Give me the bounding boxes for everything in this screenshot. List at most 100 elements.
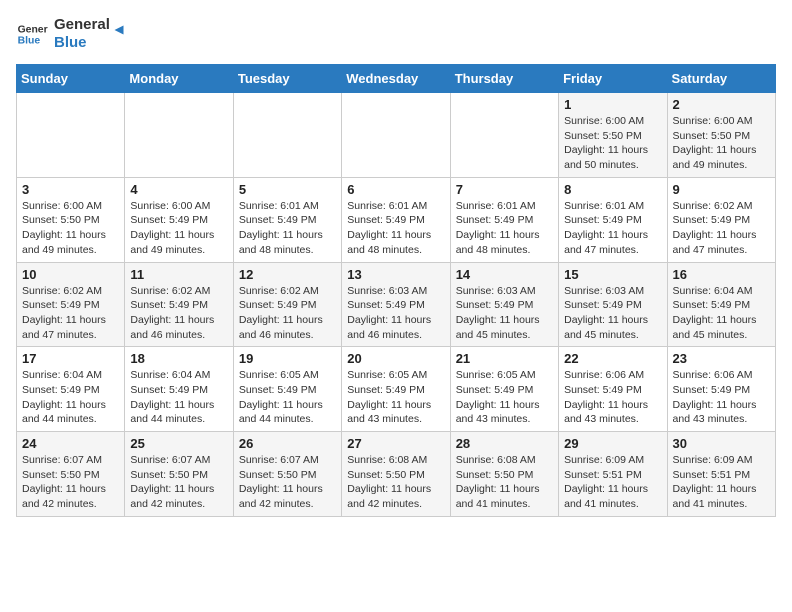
calendar-cell: 9Sunrise: 6:02 AM Sunset: 5:49 PM Daylig…	[667, 177, 775, 262]
day-number: 24	[22, 436, 119, 451]
day-info: Sunrise: 6:04 AM Sunset: 5:49 PM Dayligh…	[673, 284, 770, 343]
day-number: 21	[456, 351, 553, 366]
calendar-cell	[125, 93, 233, 178]
calendar-cell: 23Sunrise: 6:06 AM Sunset: 5:49 PM Dayli…	[667, 347, 775, 432]
day-number: 7	[456, 182, 553, 197]
calendar-cell: 8Sunrise: 6:01 AM Sunset: 5:49 PM Daylig…	[559, 177, 667, 262]
svg-text:General: General	[18, 24, 48, 35]
day-info: Sunrise: 6:05 AM Sunset: 5:49 PM Dayligh…	[239, 368, 336, 427]
weekday-header-tuesday: Tuesday	[233, 65, 341, 93]
day-number: 23	[673, 351, 770, 366]
calendar-cell: 28 Sunrise: 6:08 AM Sunset: 5:50 PM Dayli…	[450, 432, 558, 517]
calendar-cell	[342, 93, 450, 178]
day-info: Sunrise: 6:00 AM Sunset: 5:49 PM Dayligh…	[130, 199, 227, 258]
day-number: 6	[347, 182, 444, 197]
page-header: General Blue General Blue	[16, 16, 776, 52]
day-number: 26	[239, 436, 336, 451]
day-number: 28	[456, 436, 553, 451]
weekday-header-friday: Friday	[559, 65, 667, 93]
calendar-week-row: 17 Sunrise: 6:04 AM Sunset: 5:49 PM Dayli…	[17, 347, 776, 432]
day-info: Sunrise: 6:05 AM Sunset: 5:49 PM Dayligh…	[347, 368, 444, 427]
day-number: 22	[564, 351, 661, 366]
day-number: 2	[673, 97, 770, 112]
day-number: 18	[130, 351, 227, 366]
day-info: Sunrise: 6:03 AM Sunset: 5:49 PM Dayligh…	[564, 284, 661, 343]
calendar-cell: 12 Sunrise: 6:02 AM Sunset: 5:49 PM Dayli…	[233, 262, 341, 347]
day-number: 1	[564, 97, 661, 112]
calendar-cell: 11 Sunrise: 6:02 AM Sunset: 5:49 PM Dayli…	[125, 262, 233, 347]
calendar-cell: 24Sunrise: 6:07 AM Sunset: 5:50 PM Dayli…	[17, 432, 125, 517]
calendar-cell: 15 Sunrise: 6:03 AM Sunset: 5:49 PM Dayli…	[559, 262, 667, 347]
day-info: Sunrise: 6:05 AM Sunset: 5:49 PM Dayligh…	[456, 368, 553, 427]
day-number: 25	[130, 436, 227, 451]
calendar-cell: 27 Sunrise: 6:08 AM Sunset: 5:50 PM Dayli…	[342, 432, 450, 517]
calendar-cell: 2 Sunrise: 6:00 AM Sunset: 5:50 PM Daylig…	[667, 93, 775, 178]
day-info: Sunrise: 6:04 AM Sunset: 5:49 PM Dayligh…	[22, 368, 119, 427]
day-info: Sunrise: 6:03 AM Sunset: 5:49 PM Dayligh…	[347, 284, 444, 343]
day-info: Sunrise: 6:06 AM Sunset: 5:49 PM Dayligh…	[564, 368, 661, 427]
day-info: Sunrise: 6:02 AM Sunset: 5:49 PM Dayligh…	[130, 284, 227, 343]
day-number: 14	[456, 267, 553, 282]
day-info: Sunrise: 6:00 AM Sunset: 5:50 PM Dayligh…	[564, 114, 661, 173]
calendar-week-row: 1 Sunrise: 6:00 AM Sunset: 5:50 PM Daylig…	[17, 93, 776, 178]
day-number: 17	[22, 351, 119, 366]
logo-arrow-icon	[110, 21, 128, 39]
weekday-header-monday: Monday	[125, 65, 233, 93]
calendar-cell: 14Sunrise: 6:03 AM Sunset: 5:49 PM Dayli…	[450, 262, 558, 347]
day-info: Sunrise: 6:00 AM Sunset: 5:50 PM Dayligh…	[673, 114, 770, 173]
day-number: 13	[347, 267, 444, 282]
day-number: 11	[130, 267, 227, 282]
day-number: 27	[347, 436, 444, 451]
calendar-cell: 29 Sunrise: 6:09 AM Sunset: 5:51 PM Dayli…	[559, 432, 667, 517]
day-info: Sunrise: 6:01 AM Sunset: 5:49 PM Dayligh…	[564, 199, 661, 258]
day-info: Sunrise: 6:04 AM Sunset: 5:49 PM Dayligh…	[130, 368, 227, 427]
weekday-header-wednesday: Wednesday	[342, 65, 450, 93]
calendar-cell	[17, 93, 125, 178]
day-info: Sunrise: 6:00 AM Sunset: 5:50 PM Dayligh…	[22, 199, 119, 258]
day-number: 19	[239, 351, 336, 366]
calendar-cell: 25Sunrise: 6:07 AM Sunset: 5:50 PM Dayli…	[125, 432, 233, 517]
day-number: 12	[239, 267, 336, 282]
calendar-cell: 13 Sunrise: 6:03 AM Sunset: 5:49 PM Dayli…	[342, 262, 450, 347]
logo-icon: General Blue	[16, 18, 48, 50]
day-number: 20	[347, 351, 444, 366]
day-number: 15	[564, 267, 661, 282]
calendar-cell: 22 Sunrise: 6:06 AM Sunset: 5:49 PM Dayli…	[559, 347, 667, 432]
logo: General Blue General Blue	[16, 16, 128, 52]
calendar-week-row: 24 Sunrise: 6:07 AM Sunset: 5:50 PM Dayli…	[17, 432, 776, 517]
calendar-cell	[450, 93, 558, 178]
day-number: 9	[673, 182, 770, 197]
calendar-cell: 1 Sunrise: 6:00 AM Sunset: 5:50 PM Daylig…	[559, 93, 667, 178]
day-info: Sunrise: 6:09 AM Sunset: 5:51 PM Dayligh…	[564, 453, 661, 512]
calendar-cell: 21 Sunrise: 6:05 AM Sunset: 5:49 PM Dayli…	[450, 347, 558, 432]
day-info: Sunrise: 6:08 AM Sunset: 5:50 PM Dayligh…	[456, 453, 553, 512]
calendar-header-row: SundayMondayTuesdayWednesdayThursdayFrid…	[17, 65, 776, 93]
day-number: 3	[22, 182, 119, 197]
calendar-cell: 19 Sunrise: 6:05 AM Sunset: 5:49 PM Dayli…	[233, 347, 341, 432]
day-info: Sunrise: 6:02 AM Sunset: 5:49 PM Dayligh…	[239, 284, 336, 343]
day-number: 16	[673, 267, 770, 282]
day-number: 4	[130, 182, 227, 197]
day-info: Sunrise: 6:01 AM Sunset: 5:49 PM Dayligh…	[347, 199, 444, 258]
day-number: 5	[239, 182, 336, 197]
calendar-cell: 16 Sunrise: 6:04 AM Sunset: 5:49 PM Dayli…	[667, 262, 775, 347]
day-info: Sunrise: 6:01 AM Sunset: 5:49 PM Dayligh…	[456, 199, 553, 258]
calendar-cell: 17 Sunrise: 6:04 AM Sunset: 5:49 PM Dayli…	[17, 347, 125, 432]
day-info: Sunrise: 6:08 AM Sunset: 5:50 PM Dayligh…	[347, 453, 444, 512]
day-number: 10	[22, 267, 119, 282]
day-info: Sunrise: 6:09 AM Sunset: 5:51 PM Dayligh…	[673, 453, 770, 512]
calendar-week-row: 10 Sunrise: 6:02 AM Sunset: 5:49 PM Dayli…	[17, 262, 776, 347]
day-info: Sunrise: 6:01 AM Sunset: 5:49 PM Dayligh…	[239, 199, 336, 258]
day-number: 29	[564, 436, 661, 451]
day-info: Sunrise: 6:02 AM Sunset: 5:49 PM Dayligh…	[22, 284, 119, 343]
weekday-header-thursday: Thursday	[450, 65, 558, 93]
calendar-cell: 6 Sunrise: 6:01 AM Sunset: 5:49 PM Daylig…	[342, 177, 450, 262]
calendar-cell: 4 Sunrise: 6:00 AM Sunset: 5:49 PM Daylig…	[125, 177, 233, 262]
calendar-cell	[233, 93, 341, 178]
logo-general: General	[54, 16, 110, 34]
calendar-cell: 30Sunrise: 6:09 AM Sunset: 5:51 PM Dayli…	[667, 432, 775, 517]
calendar-cell: 20 Sunrise: 6:05 AM Sunset: 5:49 PM Dayli…	[342, 347, 450, 432]
day-info: Sunrise: 6:07 AM Sunset: 5:50 PM Dayligh…	[239, 453, 336, 512]
weekday-header-sunday: Sunday	[17, 65, 125, 93]
weekday-header-saturday: Saturday	[667, 65, 775, 93]
